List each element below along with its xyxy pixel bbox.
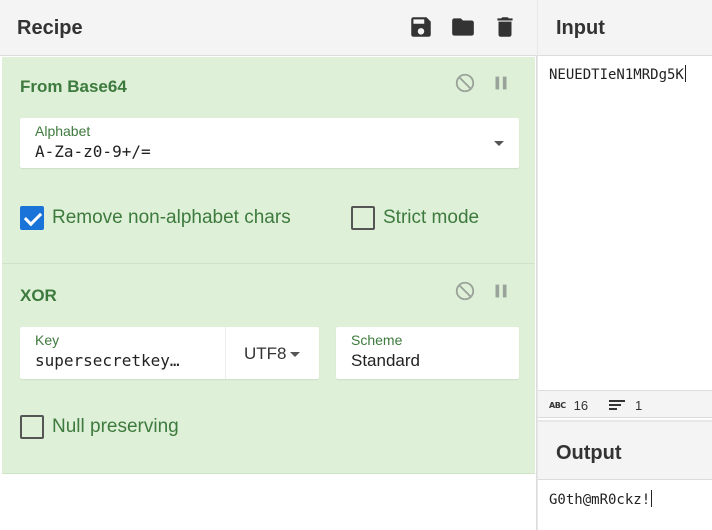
- key-input[interactable]: supersecretkey…: [35, 351, 205, 370]
- null-preserving-checkbox[interactable]: Null preserving: [20, 415, 179, 439]
- input-statusbar: ABC 16 1: [538, 390, 712, 418]
- abc-icon: ABC: [549, 401, 566, 410]
- lines-value: 1: [635, 398, 643, 413]
- alphabet-select[interactable]: Alphabet A-Za-z0-9+/=: [20, 118, 519, 168]
- output-header: Output: [538, 422, 712, 480]
- input-text: NEUEDTIeN1MRDg5K: [549, 67, 684, 83]
- text-cursor: [651, 490, 653, 507]
- input-header: Input: [538, 0, 712, 56]
- strict-mode-label: Strict mode: [383, 207, 480, 228]
- operation-title: From Base64: [20, 77, 127, 96]
- operation-xor: XOR Key supersecretkey… UTF8 Scheme Stan…: [2, 264, 535, 474]
- lines-stat: 1: [609, 398, 642, 413]
- input-pane: Input NEUEDTIeN1MRDg5K ABC 16 1: [538, 0, 712, 420]
- recipe-pane: Recipe From Base64 Alphabet A-Za-z0-9+/=…: [0, 0, 537, 530]
- save-icon[interactable]: [408, 14, 434, 40]
- scheme-select[interactable]: Scheme Standard: [336, 327, 519, 379]
- chevron-down-icon: [290, 352, 300, 357]
- disable-operation-icon[interactable]: [454, 280, 476, 302]
- operation-title: XOR: [20, 286, 57, 305]
- operation-from-base64: From Base64 Alphabet A-Za-z0-9+/= Remove…: [2, 57, 535, 264]
- cyberchef-window: Recipe From Base64 Alphabet A-Za-z0-9+/=…: [0, 0, 712, 530]
- disable-operation-icon[interactable]: [454, 72, 476, 94]
- pause-operation-icon[interactable]: [490, 280, 512, 302]
- pause-operation-icon[interactable]: [490, 72, 512, 94]
- null-preserving-label: Null preserving: [52, 416, 179, 437]
- length-stat: ABC 16: [549, 398, 588, 413]
- length-value: 16: [573, 398, 589, 413]
- checkbox-icon[interactable]: [351, 206, 375, 230]
- remove-non-alphabet-label: Remove non-alphabet chars: [52, 207, 291, 228]
- text-cursor: [684, 65, 686, 82]
- output-textarea[interactable]: G0th@mR0ckz!: [549, 490, 653, 508]
- remove-non-alphabet-checkbox[interactable]: Remove non-alphabet chars: [20, 206, 291, 230]
- scheme-value: Standard: [351, 351, 420, 370]
- alphabet-label: Alphabet: [35, 123, 91, 139]
- recipe-title: Recipe: [17, 17, 83, 39]
- recipe-header: Recipe: [0, 0, 537, 56]
- input-textarea[interactable]: NEUEDTIeN1MRDg5K: [549, 65, 686, 83]
- trash-icon[interactable]: [492, 14, 518, 40]
- lines-icon: [609, 400, 625, 411]
- input-title: Input: [556, 17, 605, 39]
- divider: [225, 327, 226, 379]
- key-field[interactable]: Key supersecretkey… UTF8: [20, 327, 319, 379]
- scheme-label: Scheme: [351, 332, 403, 348]
- key-label: Key: [35, 332, 60, 348]
- output-pane: Output G0th@mR0ckz!: [538, 422, 712, 530]
- key-encoding-dropdown[interactable]: UTF8: [244, 344, 287, 364]
- output-text: G0th@mR0ckz!: [549, 492, 651, 508]
- folder-icon[interactable]: [450, 14, 476, 40]
- output-title: Output: [556, 442, 622, 464]
- alphabet-value: A-Za-z0-9+/=: [35, 142, 151, 161]
- checkbox-checked-icon[interactable]: [20, 206, 44, 230]
- strict-mode-checkbox[interactable]: Strict mode: [351, 206, 479, 230]
- chevron-down-icon: [494, 141, 504, 146]
- checkbox-icon[interactable]: [20, 415, 44, 439]
